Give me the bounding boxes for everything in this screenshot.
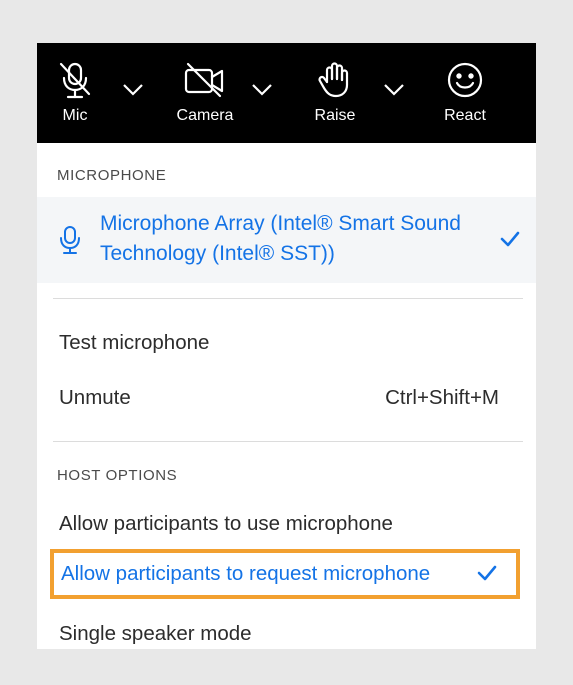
mic-muted-icon: [55, 43, 95, 105]
react-label: React: [444, 107, 486, 124]
microphone-menu-panel: Mic Camera Raise React MICROPHONE Microp…: [37, 43, 536, 649]
camera-button[interactable]: Camera: [176, 43, 234, 143]
single-speaker-mode-item[interactable]: Single speaker mode: [59, 622, 252, 646]
microphone-device-name: Microphone Array (Intel® Smart Sound Tec…: [100, 209, 500, 269]
checkmark-icon: [500, 231, 520, 247]
unmute-shortcut: Ctrl+Shift+M: [385, 386, 499, 409]
mic-label: Mic: [62, 107, 88, 124]
camera-label: Camera: [176, 107, 234, 124]
raise-label: Raise: [314, 107, 356, 124]
divider: [53, 298, 523, 299]
camera-off-icon: [182, 43, 228, 105]
raise-hand-button[interactable]: Raise: [313, 43, 357, 143]
checkmark-icon: [477, 565, 497, 581]
unmute-label: Unmute: [59, 386, 131, 409]
mic-button[interactable]: Mic: [51, 43, 99, 143]
test-microphone-item[interactable]: Test microphone: [59, 331, 209, 355]
meeting-toolbar: Mic Camera Raise React: [37, 43, 536, 143]
camera-options-chevron-icon[interactable]: [251, 83, 273, 97]
mic-options-chevron-icon[interactable]: [122, 83, 144, 97]
allow-use-microphone-item[interactable]: Allow participants to use microphone: [59, 512, 393, 536]
microphone-device-name-line2: Technology (Intel® SST)): [100, 242, 335, 265]
allow-request-microphone-item[interactable]: Allow participants to request microphone: [50, 549, 520, 599]
smiley-icon: [445, 43, 485, 105]
microphone-section-header: MICROPHONE: [57, 167, 167, 184]
microphone-device-name-line1: Microphone Array (Intel® Smart Sound: [100, 212, 461, 235]
microphone-device-option[interactable]: Microphone Array (Intel® Smart Sound Tec…: [37, 197, 536, 283]
host-options-section-header: HOST OPTIONS: [57, 467, 178, 484]
raise-options-chevron-icon[interactable]: [383, 83, 405, 97]
microphone-icon: [58, 225, 82, 260]
react-button[interactable]: React: [441, 43, 489, 143]
allow-request-microphone-label: Allow participants to request microphone: [61, 562, 431, 585]
raise-hand-icon: [315, 43, 355, 105]
divider: [53, 441, 523, 442]
